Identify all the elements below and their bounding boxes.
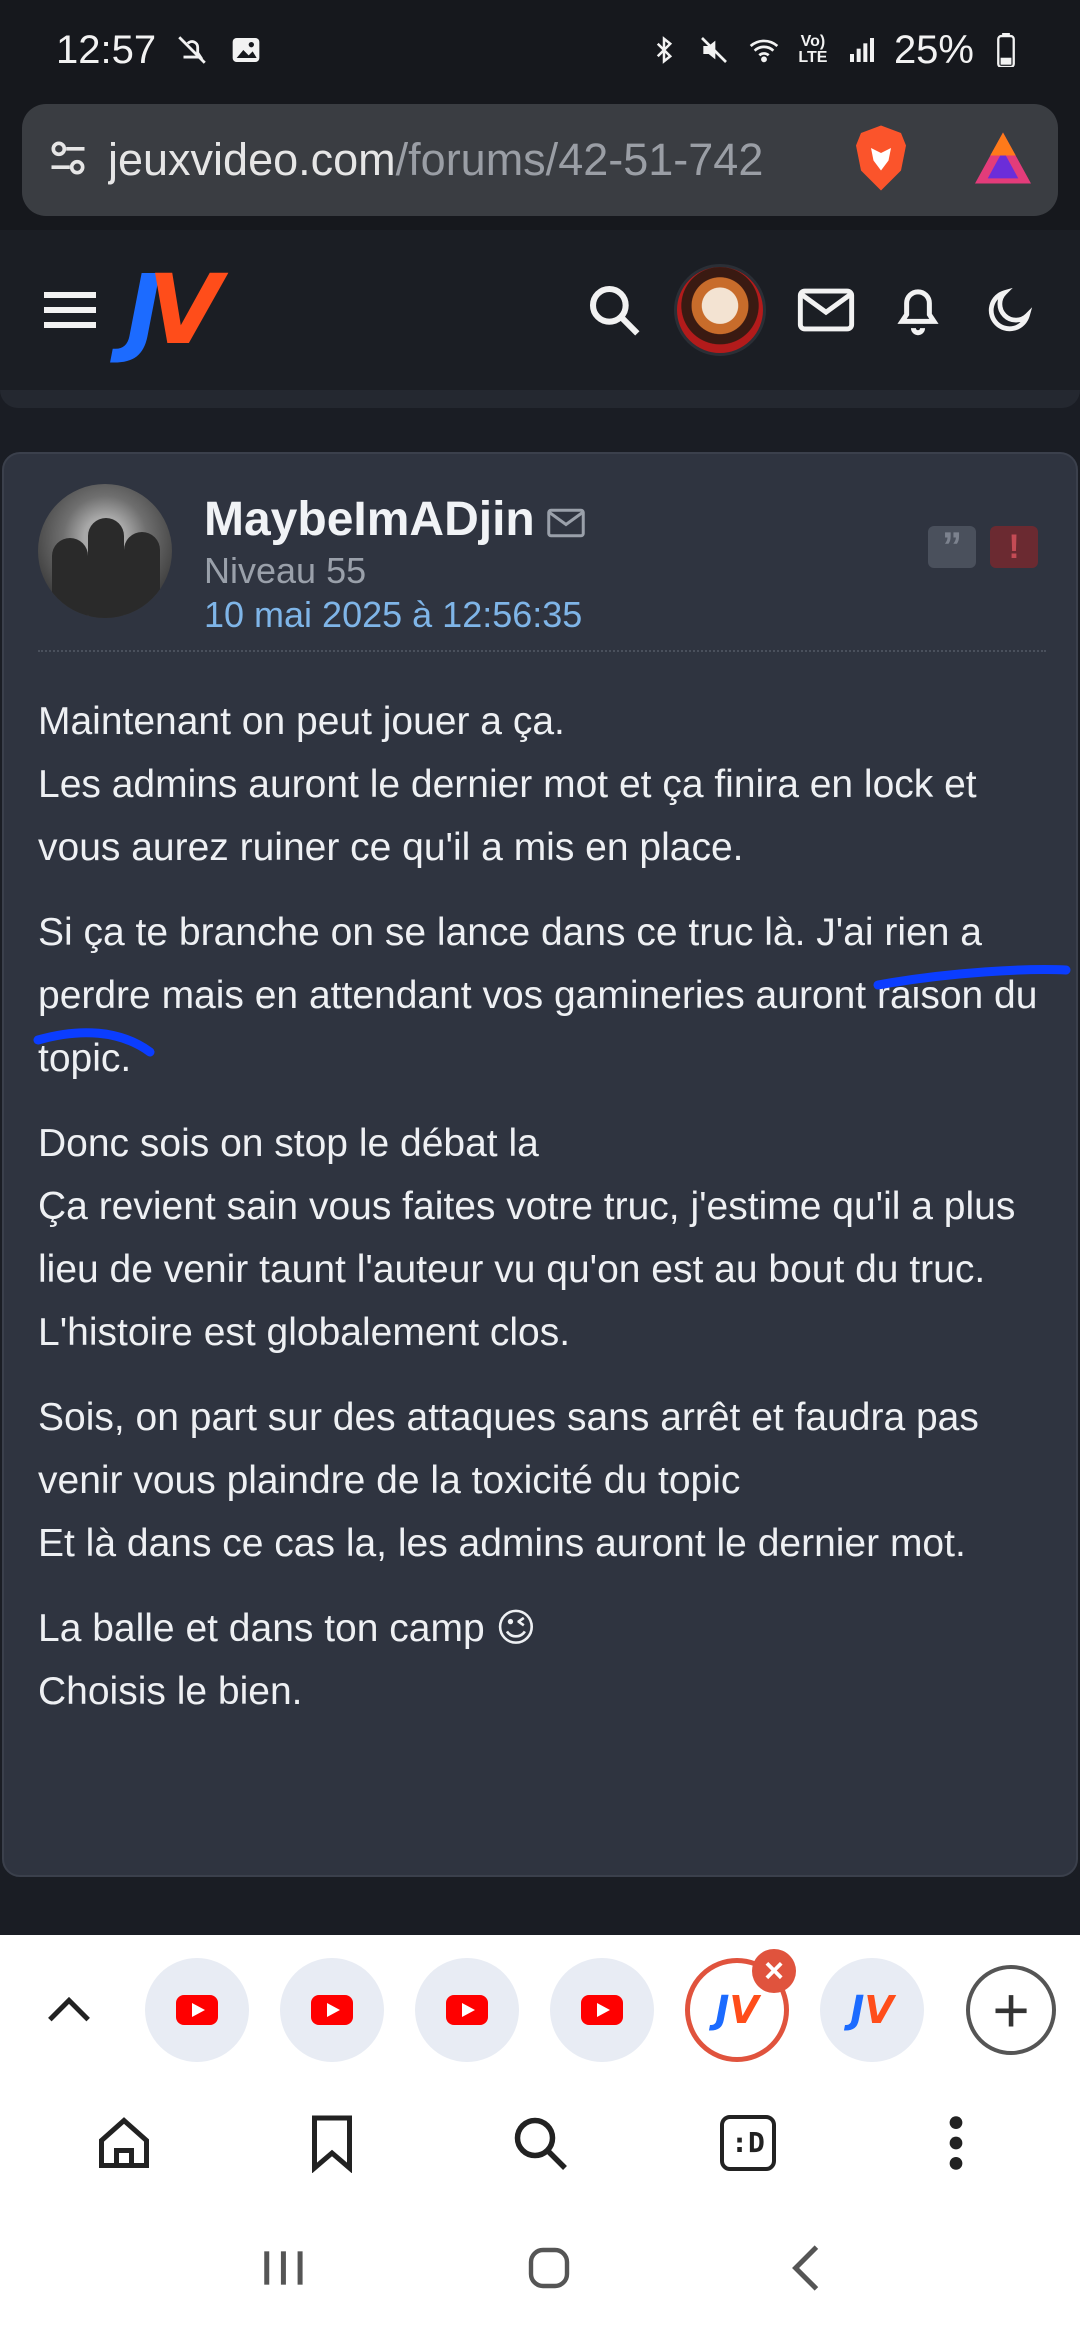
post-body: Maintenant on peut jouer a ça. Les admin… [38, 690, 1058, 1745]
quote-button[interactable]: ” [928, 525, 976, 569]
bluetooth-icon [646, 32, 682, 68]
gallery-icon [228, 32, 264, 68]
browser-toolbar: jeuxvideo.com/forums/42-51-742 [0, 100, 1080, 230]
jv-icon: JV [715, 1988, 759, 2032]
system-navigation-bar [0, 2200, 1080, 2340]
youtube-icon [581, 1995, 623, 2025]
notifications-off-icon [174, 32, 210, 68]
post-header: MaybeImADjin Niveau 55 10 mai 2025 à 12:… [38, 484, 1038, 635]
mute-icon [696, 32, 732, 68]
url-path: /forums/42-51-742 [395, 134, 764, 185]
status-bar: 12:57 Vo) LTE 25% [0, 0, 1080, 100]
post-paragraph: Sois, on part sur des attaques sans arrê… [38, 1396, 979, 1565]
brave-shields-icon[interactable] [850, 123, 912, 198]
address-bar[interactable]: jeuxvideo.com/forums/42-51-742 [22, 104, 1058, 216]
tab-youtube[interactable] [280, 1958, 384, 2062]
post-paragraph: Donc sois on stop le débat la Ça revient… [38, 1122, 1016, 1354]
home-icon[interactable] [84, 2103, 164, 2183]
status-time: 12:57 [56, 27, 157, 72]
report-button[interactable]: ! [990, 526, 1038, 568]
post-paragraph: Si ça te branche on se lance dans ce tru… [38, 911, 1038, 1080]
signal-icon [844, 32, 880, 68]
tab-youtube[interactable] [415, 1958, 519, 2062]
author-level: Niveau 55 [204, 550, 367, 591]
jv-logo[interactable]: JV [126, 262, 222, 358]
jv-logo-v: V [147, 254, 223, 366]
author-name[interactable]: MaybeImADjin [204, 492, 535, 547]
post-separator [38, 650, 1046, 652]
battery-percent: 25% [893, 27, 974, 72]
author-avatar[interactable] [38, 484, 172, 618]
more-menu-icon[interactable] [916, 2103, 996, 2183]
post-date[interactable]: 10 mai 2025 à 12:56:35 [204, 594, 582, 636]
tabs-count-label: :D [720, 2114, 776, 2171]
brave-rewards-icon[interactable] [972, 130, 1034, 191]
tab-jv[interactable]: JV [820, 1958, 924, 2062]
forum-post: MaybeImADjin Niveau 55 10 mai 2025 à 12:… [2, 452, 1078, 1877]
bookmark-icon[interactable] [292, 2103, 372, 2183]
hamburger-menu-icon[interactable] [38, 278, 102, 342]
post-paragraph: La balle et dans ton camp 😉 Choisis le b… [38, 1607, 537, 1713]
wifi-icon [746, 32, 782, 68]
chevron-up-icon[interactable] [24, 1965, 114, 2055]
youtube-icon [311, 1995, 353, 2025]
recent-apps-icon[interactable] [258, 2246, 308, 2295]
url-text[interactable]: jeuxvideo.com/forums/42-51-742 [108, 134, 828, 186]
volte-label: Vo) LTE [798, 33, 828, 66]
search-icon[interactable] [582, 278, 646, 342]
new-tab-button[interactable]: + [966, 1965, 1056, 2055]
mail-icon[interactable] [794, 278, 858, 342]
youtube-icon [176, 1995, 218, 2025]
jv-icon: JV [850, 1988, 894, 2032]
bottom-toolbar: :D [0, 2085, 1080, 2200]
search-icon[interactable] [500, 2103, 580, 2183]
tab-youtube[interactable] [550, 1958, 654, 2062]
message-author-icon[interactable] [546, 508, 586, 543]
post-paragraph: Maintenant on peut jouer a ça. Les admin… [38, 700, 977, 869]
close-tab-icon[interactable]: × [752, 1949, 796, 1993]
site-header: JV [0, 230, 1080, 390]
tab-strip: JV × JV + [0, 1935, 1080, 2085]
youtube-icon [446, 1995, 488, 2025]
url-host: jeuxvideo.com [108, 134, 396, 185]
site-settings-icon[interactable] [46, 136, 90, 185]
previous-post-edge [0, 390, 1080, 408]
tab-jv-active[interactable]: JV × [685, 1949, 796, 2062]
dark-mode-icon[interactable] [978, 278, 1042, 342]
home-button-icon[interactable] [525, 2244, 573, 2297]
tab-youtube[interactable] [145, 1958, 249, 2062]
user-avatar-icon[interactable] [674, 264, 766, 356]
back-icon[interactable] [790, 2243, 822, 2298]
battery-icon [988, 32, 1024, 68]
bell-icon[interactable] [886, 278, 950, 342]
tabs-overview-button[interactable]: :D [708, 2103, 788, 2183]
